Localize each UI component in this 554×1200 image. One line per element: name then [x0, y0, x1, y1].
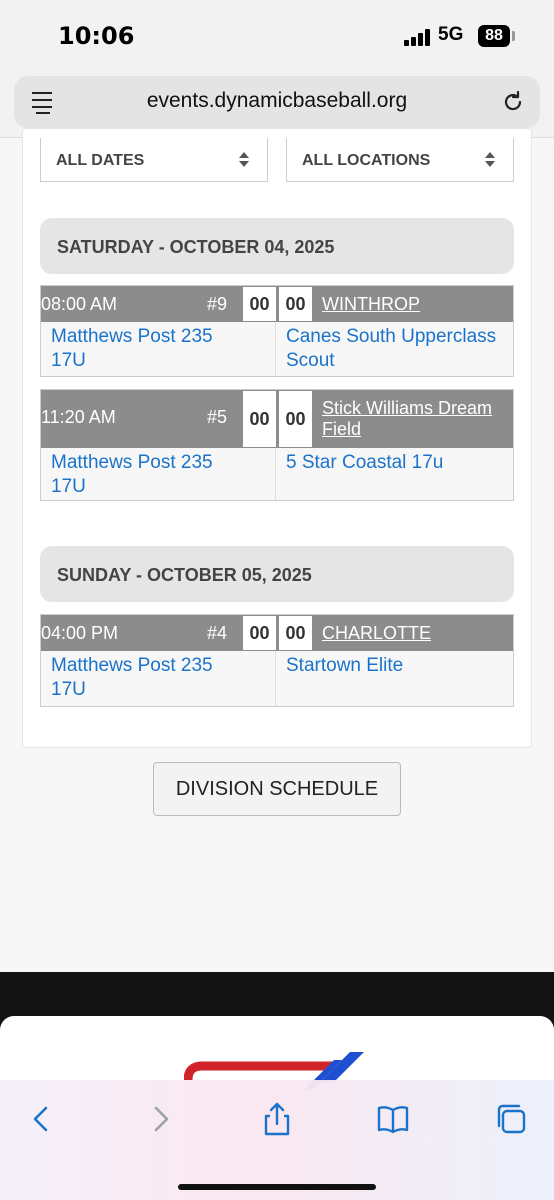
game-number: #5	[207, 407, 228, 427]
signal-icon	[404, 28, 434, 46]
home-score: 00	[242, 286, 277, 322]
browser-toolbar	[0, 1080, 554, 1200]
game-time: 11:20 AM	[41, 407, 116, 427]
back-icon[interactable]	[24, 1102, 58, 1136]
page-content: ALL DATES ALL LOCATIONS SATURDAY - OCTOB…	[0, 128, 554, 972]
away-score: 00	[278, 615, 313, 651]
game-row: 08:00 AM #9 00 00 WINTHROP Matthews Post…	[40, 285, 514, 377]
game-row: 11:20 AM #5 00 00 Stick Williams Dream F…	[40, 389, 514, 501]
home-indicator	[178, 1184, 376, 1190]
away-score: 00	[278, 390, 313, 448]
game-time: 04:00 PM	[41, 623, 119, 643]
dates-select[interactable]: ALL DATES	[40, 138, 268, 182]
locations-select[interactable]: ALL LOCATIONS	[286, 138, 514, 182]
chevron-updown-icon	[485, 152, 495, 168]
team-link[interactable]: Matthews Post 235 17U	[51, 451, 251, 499]
battery-icon: 88	[478, 25, 510, 47]
team-link[interactable]: Canes South Upperclass Scout	[286, 325, 506, 373]
status-time: 10:06	[58, 22, 135, 50]
team-link[interactable]: 5 Star Coastal 17u	[286, 451, 506, 475]
division-schedule-button[interactable]: DIVISION SCHEDULE	[153, 762, 401, 816]
day-header: SUNDAY - OCTOBER 05, 2025	[40, 546, 514, 602]
location-link[interactable]: Stick Williams Dream Field	[322, 398, 502, 440]
game-number: #4	[207, 623, 228, 643]
team-link[interactable]: Matthews Post 235 17U	[51, 654, 251, 702]
game-time: 08:00 AM	[41, 294, 118, 314]
team-link[interactable]: Matthews Post 235 17U	[51, 325, 251, 373]
game-row: 04:00 PM #4 00 00 CHARLOTTE Matthews Pos…	[40, 614, 514, 707]
home-score: 00	[242, 390, 277, 448]
network-type: 5G	[438, 24, 464, 45]
status-bar: 10:06 5G 88	[0, 0, 554, 72]
url-field[interactable]: events.dynamicbaseball.org	[14, 76, 540, 128]
url-text: events.dynamicbaseball.org	[146, 89, 408, 112]
location-link[interactable]: CHARLOTTE	[322, 623, 431, 644]
battery-tip	[512, 31, 515, 41]
share-icon[interactable]	[260, 1102, 294, 1136]
tabs-icon[interactable]	[494, 1102, 528, 1136]
chevron-updown-icon	[239, 152, 249, 168]
home-score: 00	[242, 615, 277, 651]
bookmarks-icon[interactable]	[376, 1102, 410, 1136]
location-link[interactable]: WINTHROP	[322, 294, 420, 315]
team-link[interactable]: Startown Elite	[286, 654, 506, 678]
locations-select-value: ALL LOCATIONS	[302, 152, 431, 169]
reload-icon[interactable]	[500, 89, 526, 115]
forward-icon[interactable]	[144, 1102, 178, 1136]
dates-select-value: ALL DATES	[56, 152, 145, 169]
game-number: #9	[207, 294, 228, 314]
day-header: SATURDAY - OCTOBER 04, 2025	[40, 218, 514, 274]
away-score: 00	[278, 286, 313, 322]
